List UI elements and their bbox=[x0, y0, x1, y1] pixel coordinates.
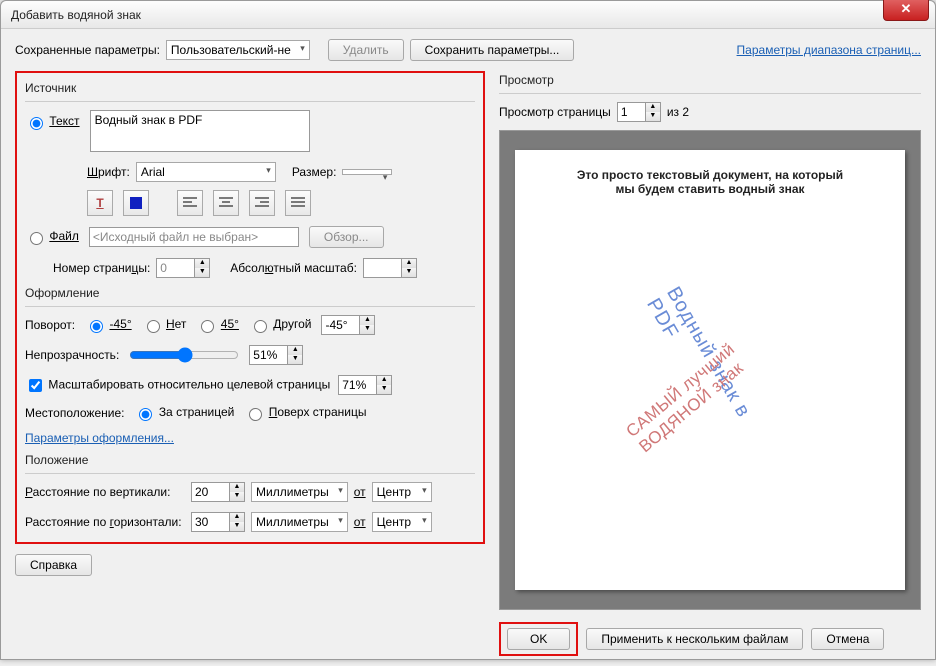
file-radio[interactable] bbox=[30, 232, 43, 245]
highlighted-left-panel: Источник Текст Водный знак в PDF Шрифт: … bbox=[15, 71, 485, 544]
loc-behind[interactable]: За страницей bbox=[134, 405, 234, 421]
align-justify-icon[interactable] bbox=[285, 190, 311, 216]
location-label: Местоположение: bbox=[25, 406, 124, 420]
delete-button[interactable]: Удалить bbox=[328, 39, 404, 61]
source-group-label: Источник bbox=[25, 79, 475, 97]
preview-page-label: Просмотр страницы bbox=[499, 105, 611, 119]
text-radio[interactable] bbox=[30, 117, 43, 130]
scale-checkbox[interactable] bbox=[29, 379, 42, 392]
doc-text-2: мы будем ставить водный знак bbox=[537, 182, 883, 196]
apply-multiple-button[interactable]: Применить к нескольким файлам bbox=[586, 628, 803, 650]
file-radio-wrap[interactable]: Файл bbox=[25, 229, 79, 245]
opacity-value[interactable]: ▲▼ bbox=[249, 345, 303, 365]
page-number-spin[interactable]: ▲▼ bbox=[156, 258, 210, 278]
saved-params-label: Сохраненные параметры: bbox=[15, 43, 160, 57]
rot-other[interactable]: Другой bbox=[249, 317, 312, 333]
underline-icon[interactable]: T bbox=[87, 190, 113, 216]
opacity-label: Непрозрачность: bbox=[25, 348, 119, 362]
hdist-from-combo[interactable]: Центр bbox=[372, 512, 432, 532]
rotate-label: Поворот: bbox=[25, 318, 75, 332]
saved-params-combo[interactable]: Пользовательский-не bbox=[166, 40, 310, 60]
preview-page-spin[interactable]: ▲▼ bbox=[617, 102, 661, 122]
page-number-label: Номер страницы: bbox=[53, 261, 150, 275]
opacity-slider[interactable] bbox=[129, 347, 239, 363]
cancel-button[interactable]: Отмена bbox=[811, 628, 884, 650]
scale-value[interactable]: ▲▼ bbox=[338, 375, 392, 395]
design-params-link[interactable]: Параметры оформления... bbox=[25, 431, 174, 445]
help-button[interactable]: Справка bbox=[15, 554, 92, 576]
preview-page: Это просто текстовый документ, на которы… bbox=[515, 150, 905, 590]
window-title: Добавить водяной знак bbox=[11, 8, 141, 22]
preview-frame: Это просто текстовый документ, на которы… bbox=[499, 130, 921, 610]
align-left-icon[interactable] bbox=[177, 190, 203, 216]
page-range-link[interactable]: Параметры диапазона страниц... bbox=[737, 43, 921, 57]
scale-check-wrap[interactable]: Масштабировать относительно целевой стра… bbox=[25, 376, 330, 395]
preview-group-label: Просмотр bbox=[499, 71, 921, 89]
loc-over[interactable]: Поверх страницы bbox=[244, 405, 366, 421]
close-button[interactable]: ✕ bbox=[883, 0, 929, 21]
font-combo[interactable]: Arial bbox=[136, 162, 276, 182]
preview-of-label: из 2 bbox=[667, 105, 689, 119]
hdist-spin[interactable]: ▲▼ bbox=[191, 512, 245, 532]
ok-button[interactable]: OK bbox=[507, 628, 570, 650]
abs-scale-label: Абсолютный масштаб: bbox=[230, 261, 357, 275]
position-group-label: Положение bbox=[25, 451, 475, 469]
size-label: Размер: bbox=[292, 165, 337, 179]
save-params-button[interactable]: Сохранить параметры... bbox=[410, 39, 575, 61]
text-radio-wrap[interactable]: Текст bbox=[25, 114, 80, 130]
vdist-from-combo[interactable]: Центр bbox=[372, 482, 432, 502]
watermark-text-input[interactable]: Водный знак в PDF bbox=[90, 110, 310, 152]
font-label: Шрифт: bbox=[87, 165, 130, 179]
design-group-label: Оформление bbox=[25, 284, 475, 302]
size-combo[interactable] bbox=[342, 169, 392, 175]
file-path-input[interactable] bbox=[89, 227, 299, 247]
titlebar: Добавить водяной знак ✕ bbox=[1, 1, 935, 29]
from-label-h: от bbox=[354, 515, 366, 529]
vdist-spin[interactable]: ▲▼ bbox=[191, 482, 245, 502]
browse-button[interactable]: Обзор... bbox=[309, 226, 384, 248]
align-right-icon[interactable] bbox=[249, 190, 275, 216]
from-label-v: от bbox=[354, 485, 366, 499]
rot-none[interactable]: Нет bbox=[142, 317, 187, 333]
vdist-label: Расстояние по вертикали: bbox=[25, 485, 185, 499]
hdist-label: Расстояние по горизонтали: bbox=[25, 515, 185, 529]
vdist-unit-combo[interactable]: Миллиметры bbox=[251, 482, 348, 502]
abs-scale-spin[interactable]: ▲▼ bbox=[363, 258, 417, 278]
watermark-red: САМЫЙ лучший ВОДЯНОЙ знак bbox=[622, 301, 797, 457]
rot-m45[interactable]: -45° bbox=[85, 317, 132, 333]
rot-other-value[interactable]: ▲▼ bbox=[321, 315, 375, 335]
rot-45[interactable]: 45° bbox=[196, 317, 239, 333]
align-center-icon[interactable] bbox=[213, 190, 239, 216]
doc-text-1: Это просто текстовый документ, на которы… bbox=[537, 168, 883, 182]
text-color-icon[interactable] bbox=[123, 190, 149, 216]
hdist-unit-combo[interactable]: Миллиметры bbox=[251, 512, 348, 532]
